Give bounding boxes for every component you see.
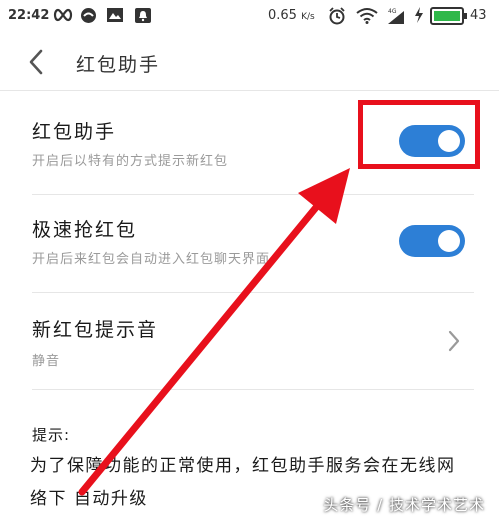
setting-title: 极速抢红包 bbox=[32, 219, 138, 241]
back-button[interactable] bbox=[22, 48, 50, 76]
setting-subtitle: 开启后以特有的方式提示新红包 bbox=[32, 154, 229, 169]
image-notification-icon bbox=[106, 7, 124, 23]
infinity-icon bbox=[52, 7, 74, 23]
speed-unit: K/s bbox=[301, 12, 315, 22]
title-bar: 红包助手 bbox=[0, 32, 499, 91]
setting-row-new-packet-sound[interactable]: 新红包提示音 静音 bbox=[0, 293, 499, 389]
tip-label: 提示: bbox=[32, 426, 71, 444]
page-title: 红包助手 bbox=[76, 54, 161, 76]
divider bbox=[32, 389, 474, 390]
highlight-box bbox=[358, 100, 480, 169]
network-type: 4G bbox=[388, 8, 397, 15]
watermark: 头条号 / 技术学术艺术 bbox=[323, 496, 485, 514]
signal-4g-icon: 4G bbox=[384, 7, 406, 25]
alarm-clock-icon bbox=[328, 7, 346, 25]
network-speed: 0.65 K/s bbox=[268, 8, 315, 23]
toggle-knob bbox=[438, 230, 460, 252]
fast-grab-toggle[interactable] bbox=[399, 225, 465, 257]
speed-value: 0.65 bbox=[268, 8, 297, 23]
screen: 22:42 0.65 K/s 4G 43 红包助手 红包助手 开启后以特有的方式… bbox=[0, 0, 499, 525]
setting-title: 新红包提示音 bbox=[32, 319, 159, 341]
chevron-right-icon bbox=[444, 329, 464, 353]
bell-icon bbox=[134, 7, 152, 24]
wifi-icon bbox=[356, 7, 378, 24]
setting-subtitle: 开启后来红包会自动进入红包聊天界面 bbox=[32, 252, 271, 267]
status-bar: 22:42 0.65 K/s 4G 43 bbox=[0, 0, 499, 32]
battery-level: 43 bbox=[470, 8, 487, 23]
setting-row-fast-grab: 极速抢红包 开启后来红包会自动进入红包聊天界面 bbox=[0, 195, 499, 292]
chevron-left-icon bbox=[29, 49, 43, 75]
app-circle-icon bbox=[80, 7, 97, 24]
status-time: 22:42 bbox=[8, 8, 50, 23]
battery-icon bbox=[430, 7, 468, 25]
charging-bolt-icon bbox=[414, 7, 424, 23]
setting-value: 静音 bbox=[32, 354, 61, 369]
setting-title: 红包助手 bbox=[32, 121, 117, 143]
